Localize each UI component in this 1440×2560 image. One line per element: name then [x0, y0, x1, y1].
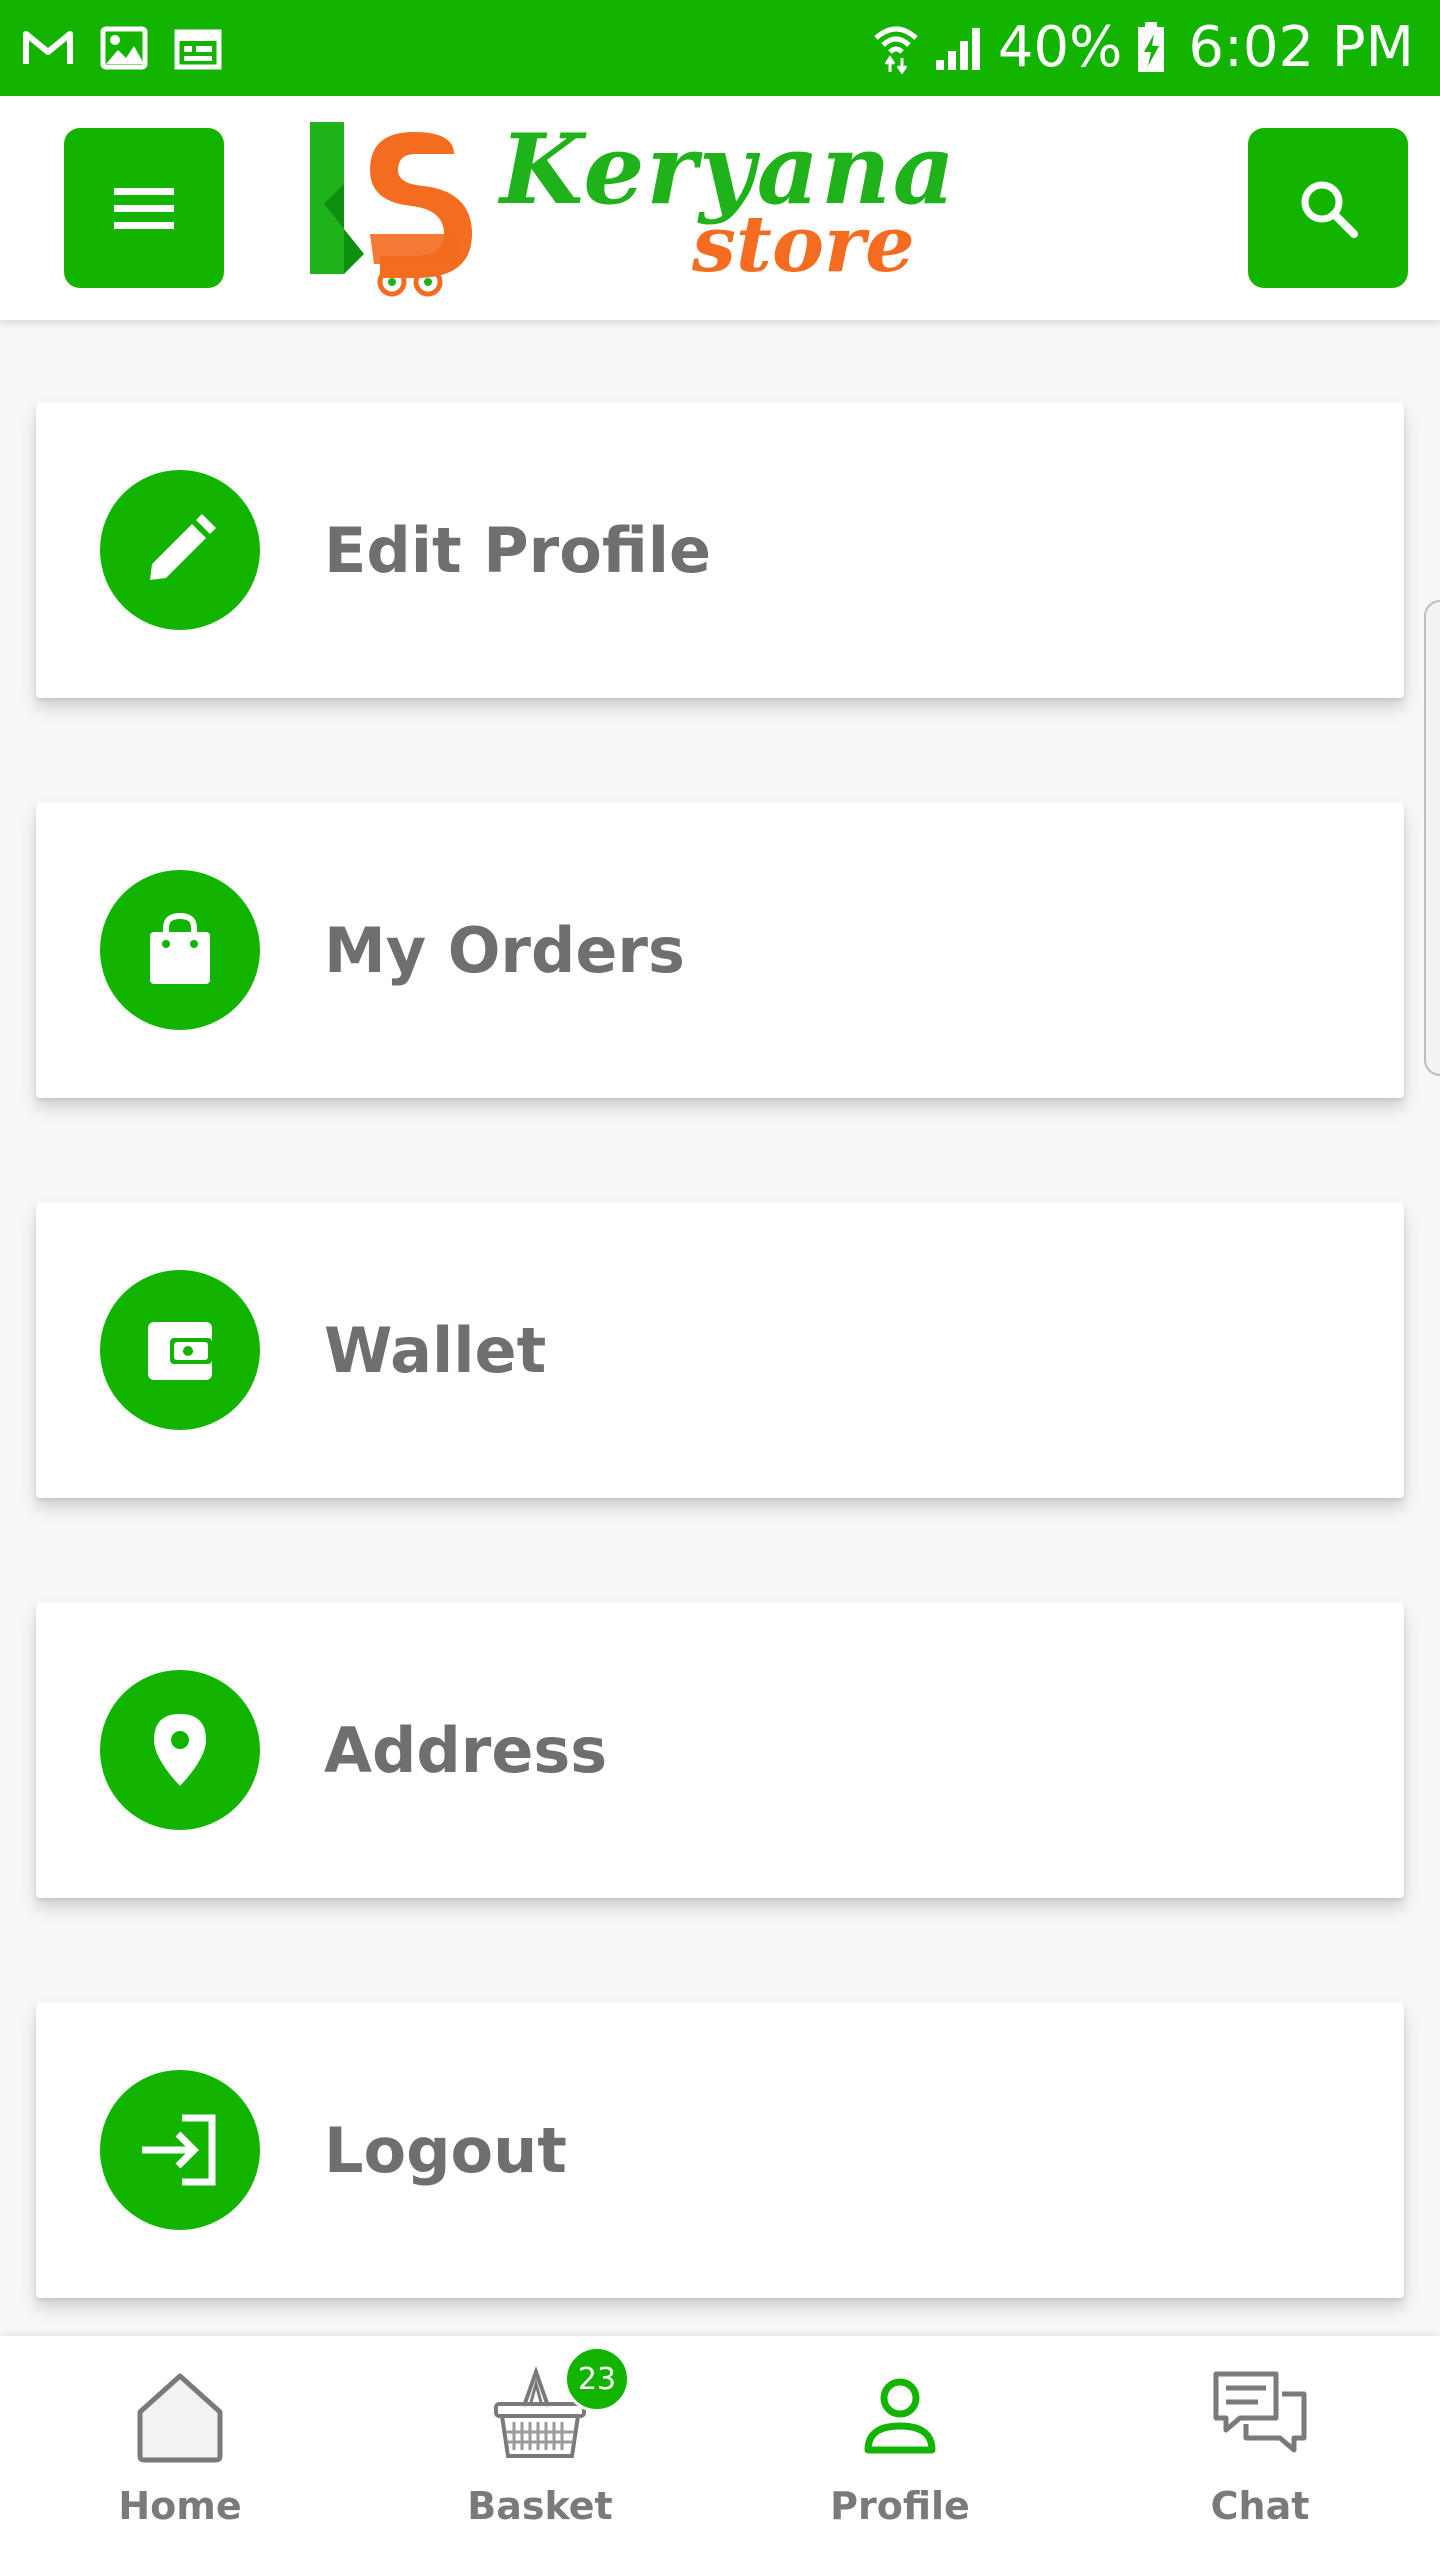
menu-item-label: Address	[324, 1713, 608, 1787]
signal-icon	[935, 28, 980, 70]
status-bar-right: 40% 6:02 PM	[872, 20, 1414, 76]
card-icon-circle	[100, 470, 260, 630]
menu-item-label: Logout	[324, 2113, 567, 2187]
menu-item-edit-profile[interactable]: Edit Profile	[36, 402, 1404, 698]
menu-item-wallet[interactable]: Wallet	[36, 1202, 1404, 1498]
calendar-icon	[174, 29, 222, 70]
menu-item-label: Edit Profile	[324, 513, 712, 587]
logo-mark-icon	[310, 122, 472, 297]
nav-item-profile[interactable]: Profile	[720, 2336, 1080, 2560]
card-icon-circle	[100, 1670, 260, 1830]
search-icon	[1301, 181, 1358, 238]
logout-icon	[142, 2114, 216, 2186]
gmail-icon	[23, 31, 73, 64]
menu-item-my-orders[interactable]: My Orders	[36, 802, 1404, 1098]
bottom-navigation: Home 23 Basket Profile Chat	[0, 2336, 1440, 2560]
nav-label: Home	[118, 2484, 242, 2528]
search-button[interactable]	[1248, 128, 1408, 288]
nav-label: Profile	[830, 2484, 970, 2528]
nav-label: Basket	[467, 2484, 613, 2528]
status-bar-left	[22, 26, 222, 70]
menu-item-address[interactable]: Address	[36, 1602, 1404, 1898]
gallery-icon	[100, 26, 148, 70]
status-time: 6:02 PM	[1188, 15, 1414, 80]
battery-percent: 40%	[997, 15, 1123, 80]
battery-charging-icon	[1138, 22, 1165, 72]
menu-item-logout[interactable]: Logout	[36, 2002, 1404, 2298]
side-edge-handle[interactable]	[1424, 600, 1440, 1076]
location-pin-icon	[154, 1714, 206, 1786]
nav-item-chat[interactable]: Chat	[1080, 2336, 1440, 2560]
chat-icon	[1213, 2371, 1307, 2453]
nav-label: Chat	[1210, 2484, 1310, 2528]
nav-item-basket[interactable]: 23 Basket	[360, 2336, 720, 2560]
menu-item-label: My Orders	[324, 913, 685, 987]
card-icon-circle	[100, 870, 260, 1030]
wifi-icon	[874, 26, 918, 74]
hamburger-menu-icon	[114, 188, 174, 229]
basket-count-badge: 23	[564, 2346, 630, 2412]
status-bar: 40% 6:02 PM	[0, 0, 1440, 96]
card-icon-circle	[100, 1270, 260, 1430]
home-icon	[137, 2373, 223, 2463]
profile-menu: Edit Profile My Orders Wallet Address Lo…	[0, 320, 1440, 2336]
keryana-store-logo: Keryana store	[304, 114, 955, 306]
card-icon-circle	[100, 2070, 260, 2230]
pencil-icon	[150, 514, 216, 580]
logo-word-store: store	[692, 199, 915, 290]
nav-item-home[interactable]: Home	[0, 2336, 360, 2560]
menu-button[interactable]	[64, 128, 224, 288]
app-bar: Keryana store	[0, 96, 1440, 320]
wallet-icon	[148, 1322, 212, 1380]
profile-icon	[864, 2378, 936, 2454]
menu-item-label: Wallet	[324, 1313, 547, 1387]
shopping-bag-icon	[150, 912, 210, 984]
